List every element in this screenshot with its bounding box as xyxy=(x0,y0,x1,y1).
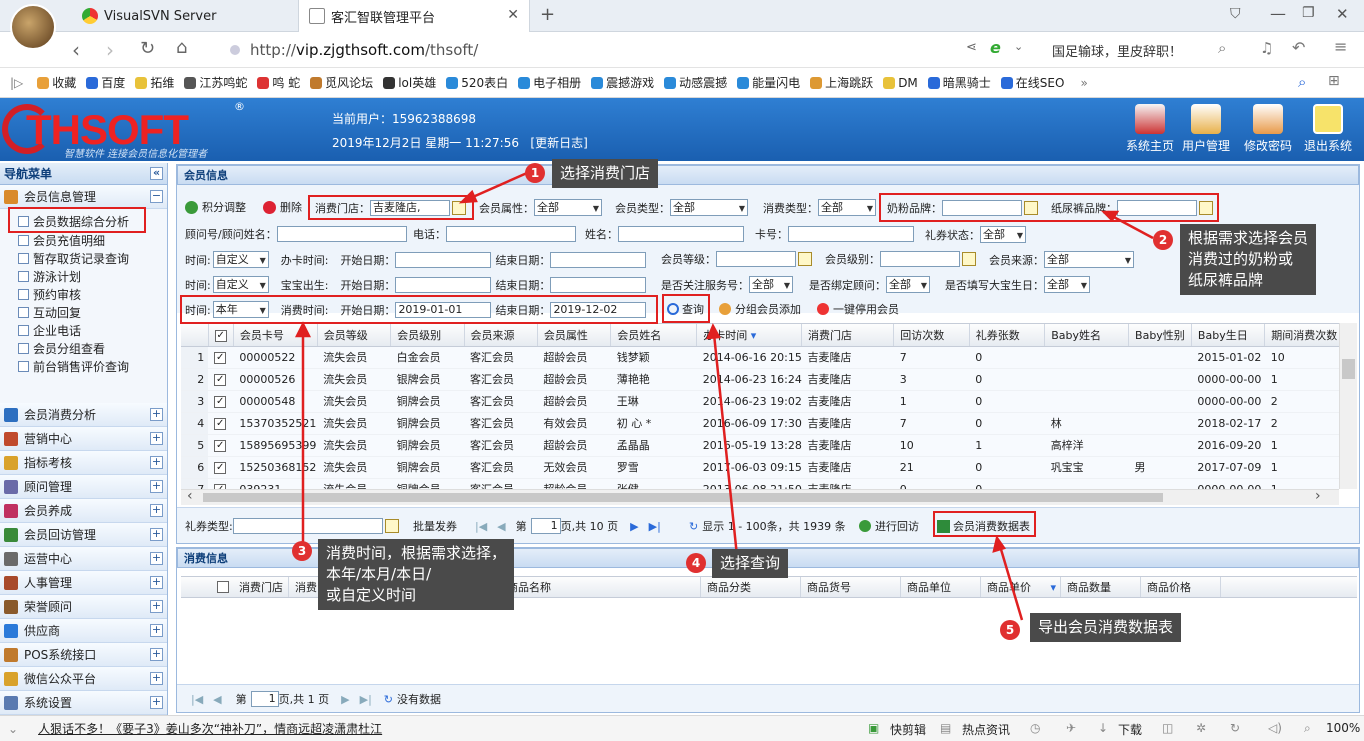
status-news-link[interactable]: 人狠话不多！《要子3》姜山多次“神补刀”，情商远超凌潇肃杜江 xyxy=(38,720,382,737)
callout-note: 根据需求选择会员 消费过的奶粉或 纸尿裤品牌 xyxy=(1180,224,1317,295)
clip-icon[interactable]: ▣ xyxy=(868,721,879,735)
news-icon[interactable]: ▤ xyxy=(940,721,951,735)
callout-badge: 4 xyxy=(686,553,706,573)
window-icon[interactable]: ◫ xyxy=(1162,721,1173,735)
callout-note: 选择查询 xyxy=(712,549,789,578)
callout-note: 选择消费门店 xyxy=(552,159,659,188)
speed-icon[interactable]: ◷ xyxy=(1030,721,1040,735)
hot-news[interactable]: 热点资讯 xyxy=(962,721,1010,738)
zoom-icon[interactable]: ⌕ xyxy=(1304,721,1311,736)
chevron-down-icon[interactable]: ⌄ xyxy=(8,722,18,736)
callout-badge: 1 xyxy=(525,163,545,183)
user-avatar[interactable] xyxy=(10,4,56,50)
refresh-icon[interactable]: ↻ xyxy=(1230,721,1240,735)
zoom-level[interactable]: 100% xyxy=(1326,721,1360,735)
browser-status-bar: ⌄ 人狠话不多！《要子3》姜山多次“神补刀”，情商远超凌潇肃杜江 ▣ 快剪辑 ▤… xyxy=(0,715,1364,741)
pin-icon[interactable]: ✈ xyxy=(1066,721,1076,735)
callout-note: 导出会员消费数据表 xyxy=(1030,613,1182,642)
download-link[interactable]: 下载 xyxy=(1118,721,1142,738)
speaker-icon[interactable]: ◁) xyxy=(1268,721,1282,735)
callout-badge: 5 xyxy=(1000,620,1020,640)
download-icon[interactable]: ↓ xyxy=(1098,721,1108,735)
callout-badge: 3 xyxy=(292,541,312,561)
sun-icon[interactable]: ✲ xyxy=(1196,721,1206,735)
callout-note: 消费时间，根据需求选择， 本年/本月/本日/ 或自定义时间 xyxy=(318,539,515,610)
quick-clip[interactable]: 快剪辑 xyxy=(890,721,926,738)
callout-badge: 2 xyxy=(1153,230,1173,250)
